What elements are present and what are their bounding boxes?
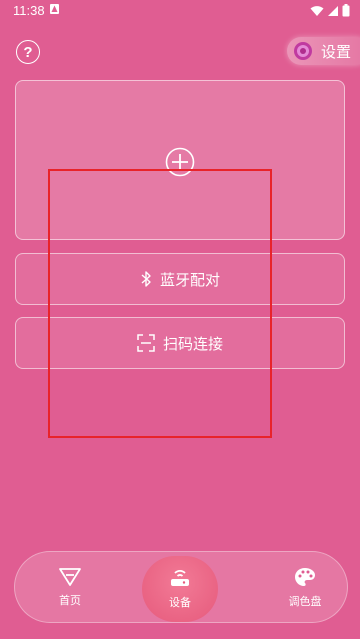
tab-device-label: 设备 [169, 596, 191, 609]
gear-icon [294, 42, 312, 60]
status-bar: 11:38 [0, 0, 360, 22]
signal-icon [328, 5, 338, 16]
wifi-icon [310, 5, 324, 16]
tab-palette[interactable]: 调色盘 [270, 562, 340, 614]
bluetooth-pair-label: 蓝牙配对 [159, 270, 220, 289]
scan-icon [137, 334, 155, 352]
tab-home-label: 首页 [59, 594, 81, 607]
bluetooth-icon [141, 271, 151, 287]
battery-icon [342, 4, 350, 17]
device-icon [171, 570, 189, 586]
tab-palette-label: 调色盘 [288, 595, 322, 608]
bluetooth-pair-button[interactable]: 蓝牙配对 [15, 253, 345, 305]
tab-home[interactable]: 首页 [35, 562, 105, 614]
notification-icon [50, 4, 59, 14]
help-button[interactable]: ? [16, 40, 40, 64]
scan-connect-label: 扫码连接 [162, 334, 223, 353]
scan-connect-button[interactable]: 扫码连接 [15, 317, 345, 369]
question-icon: ? [23, 43, 33, 61]
settings-button[interactable]: 设置 [287, 37, 360, 65]
settings-label: 设置 [321, 42, 352, 61]
status-icons [310, 4, 350, 17]
add-device-card[interactable] [15, 80, 345, 240]
palette-icon [295, 568, 315, 586]
bottom-nav: 首页 设备 调色盘 [14, 551, 348, 623]
add-icon [165, 147, 195, 177]
status-time: 11:38 [13, 3, 45, 18]
tab-device[interactable]: 设备 [142, 556, 218, 622]
home-icon [59, 568, 81, 586]
